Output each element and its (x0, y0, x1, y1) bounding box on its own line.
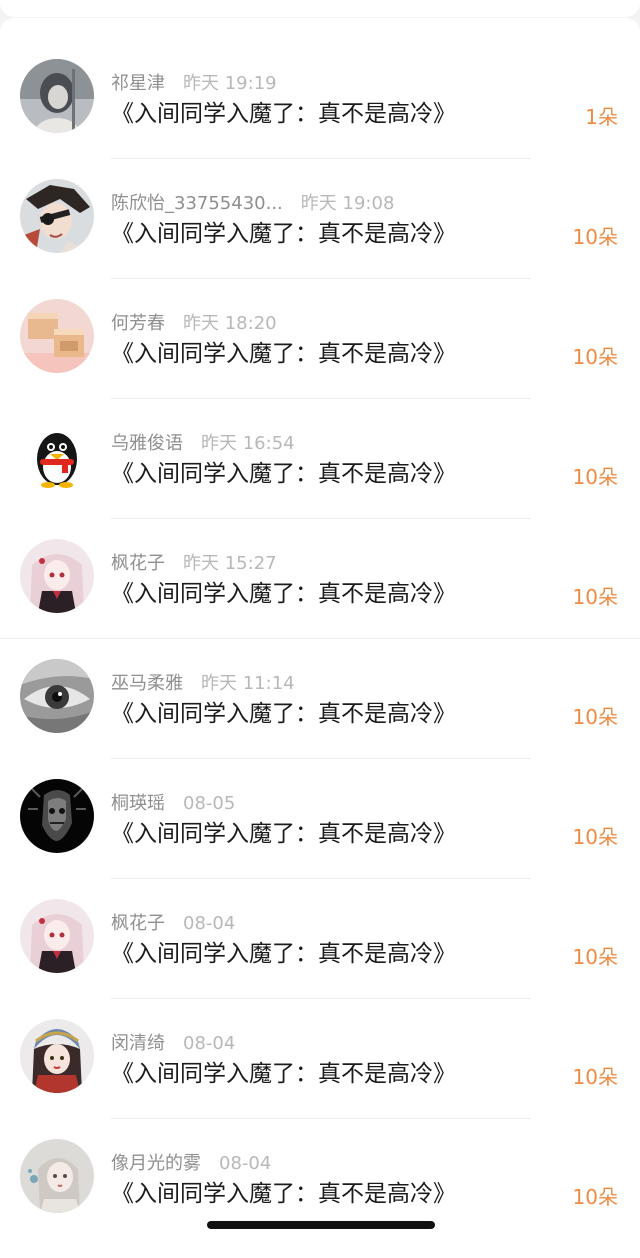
user-name[interactable]: 闵清绮 (111, 1033, 165, 1054)
photo-girl-avatar[interactable] (20, 59, 94, 133)
timestamp: 昨天 18:20 (183, 313, 277, 334)
book-title[interactable]: 《入间同学入魔了：真不是高冷》 (111, 1058, 456, 1090)
flower-count: 10朵 (572, 585, 618, 609)
user-name[interactable]: 陈欣怡_33755430... (111, 193, 283, 214)
timestamp: 昨天 11:14 (201, 673, 295, 694)
item-meta: 乌雅俊语 昨天 16:54 (111, 432, 295, 456)
book-title[interactable]: 《入间同学入魔了：真不是高冷》 (111, 1178, 456, 1210)
flower-count: 10朵 (572, 1185, 618, 1209)
opera-girl-avatar[interactable] (20, 1019, 94, 1093)
user-name[interactable]: 何芳春 (111, 313, 165, 334)
user-name[interactable]: 枫花子 (111, 913, 165, 934)
user-name[interactable]: 祁星津 (111, 73, 165, 94)
flower-count: 10朵 (572, 945, 618, 969)
timestamp: 08-05 (183, 793, 236, 814)
item-meta: 像月光的雾 08-04 (111, 1152, 271, 1176)
user-name[interactable]: 像月光的雾 (111, 1153, 201, 1174)
flower-count: 10朵 (572, 225, 618, 249)
list-item[interactable]: 闵清绮 08-04 《入间同学入魔了：真不是高冷》 10朵 (0, 978, 640, 1119)
book-title[interactable]: 《入间同学入魔了：真不是高冷》 (111, 458, 456, 490)
list-item[interactable]: 乌雅俊语 昨天 16:54 《入间同学入魔了：真不是高冷》 10朵 (0, 378, 640, 519)
flower-count: 10朵 (572, 345, 618, 369)
anime-girl-avatar[interactable] (20, 539, 94, 613)
anime-girl-avatar[interactable] (20, 899, 94, 973)
book-title[interactable]: 《入间同学入魔了：真不是高冷》 (111, 938, 456, 970)
flower-count: 10朵 (572, 825, 618, 849)
list-item[interactable]: 陈欣怡_33755430... 昨天 19:08 《入间同学入魔了：真不是高冷》 … (0, 138, 640, 279)
user-name[interactable]: 枫花子 (111, 553, 165, 574)
flower-count: 1朵 (585, 105, 618, 129)
list-item[interactable]: 桐瑛瑶 08-05 《入间同学入魔了：真不是高冷》 10朵 (0, 738, 640, 879)
timestamp: 昨天 16:54 (201, 433, 295, 454)
item-meta: 闵清绮 08-04 (111, 1032, 235, 1056)
book-title[interactable]: 《入间同学入魔了：真不是高冷》 (111, 218, 456, 250)
list-item[interactable]: 枫花子 昨天 15:27 《入间同学入魔了：真不是高冷》 10朵 (0, 498, 640, 639)
user-name[interactable]: 乌雅俊语 (111, 433, 183, 454)
gift-record-list: 祁星津 昨天 19:19 《入间同学入魔了：真不是高冷》 1朵 陈欣怡_33755… (0, 18, 640, 1258)
user-name[interactable]: 巫马柔雅 (111, 673, 183, 694)
timestamp: 08-04 (183, 1033, 236, 1054)
flower-count: 10朵 (572, 705, 618, 729)
penguin-avatar[interactable] (20, 419, 94, 493)
book-title[interactable]: 《入间同学入魔了：真不是高冷》 (111, 98, 456, 130)
anime-pirate-avatar[interactable] (20, 179, 94, 253)
item-meta: 巫马柔雅 昨天 11:14 (111, 672, 295, 696)
list-item[interactable]: 何芳春 昨天 18:20 《入间同学入魔了：真不是高冷》 10朵 (0, 258, 640, 399)
timestamp: 08-04 (219, 1153, 272, 1174)
item-meta: 枫花子 昨天 15:27 (111, 552, 277, 576)
timestamp: 昨天 19:08 (300, 193, 395, 214)
item-meta: 陈欣怡_33755430... 昨天 19:08 (111, 192, 394, 216)
eye-avatar[interactable] (20, 659, 94, 733)
list-item[interactable]: 祁星津 昨天 19:19 《入间同学入魔了：真不是高冷》 1朵 (0, 18, 640, 159)
timestamp: 08-04 (183, 913, 236, 934)
flower-count: 10朵 (572, 465, 618, 489)
item-meta: 何芳春 昨天 18:20 (111, 312, 277, 336)
item-meta: 枫花子 08-04 (111, 912, 235, 936)
pale-girl-avatar[interactable] (20, 1139, 94, 1213)
list-item[interactable]: 像月光的雾 08-04 《入间同学入魔了：真不是高冷》 10朵 (0, 1098, 640, 1218)
dark-mask-avatar[interactable] (20, 779, 94, 853)
previous-card (0, 0, 640, 17)
boxes-avatar[interactable] (20, 299, 94, 373)
timestamp: 昨天 15:27 (183, 553, 277, 574)
book-title[interactable]: 《入间同学入魔了：真不是高冷》 (111, 338, 456, 370)
item-meta: 祁星津 昨天 19:19 (111, 72, 277, 96)
book-title[interactable]: 《入间同学入魔了：真不是高冷》 (111, 698, 456, 730)
book-title[interactable]: 《入间同学入魔了：真不是高冷》 (111, 578, 456, 610)
book-title[interactable]: 《入间同学入魔了：真不是高冷》 (111, 818, 456, 850)
list-item[interactable]: 巫马柔雅 昨天 11:14 《入间同学入魔了：真不是高冷》 10朵 (0, 618, 640, 759)
home-indicator[interactable] (207, 1221, 435, 1229)
item-meta: 桐瑛瑶 08-05 (111, 792, 235, 816)
user-name[interactable]: 桐瑛瑶 (111, 793, 165, 814)
timestamp: 昨天 19:19 (183, 73, 277, 94)
flower-count: 10朵 (572, 1065, 618, 1089)
list-item[interactable]: 枫花子 08-04 《入间同学入魔了：真不是高冷》 10朵 (0, 858, 640, 999)
